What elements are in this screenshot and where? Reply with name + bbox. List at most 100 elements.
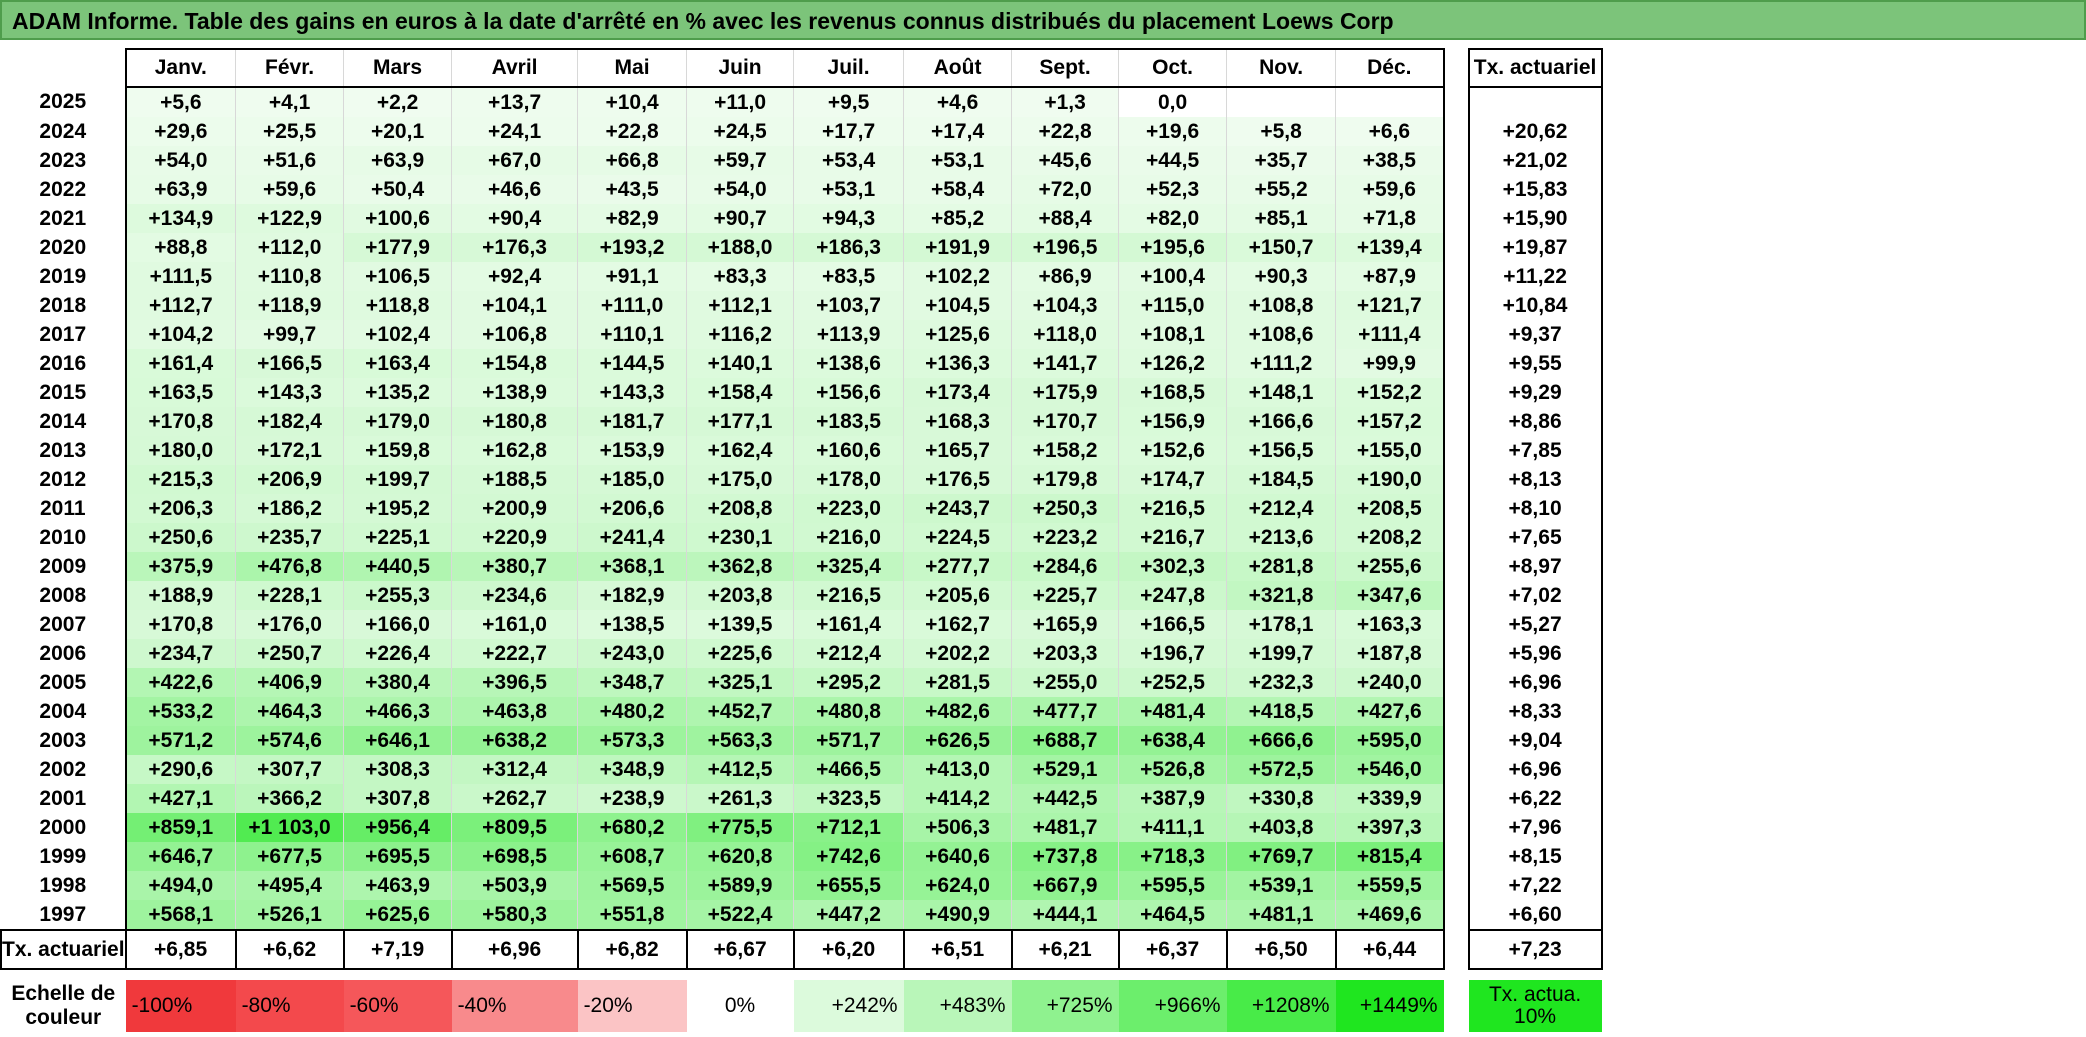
footer-actuarial-cell: +6,62 [234,929,344,970]
gain-cell: +170,8 [124,407,236,436]
actuarial-cell: +7,85 [1467,436,1603,465]
table-row: 1998 +494,0 +495,4 +463,9 +503,9 +569,5 +589,9… [1,871,1603,900]
gain-cell: +240,0 [1335,668,1445,697]
table-row: 2007 +170,8 +176,0 +166,0 +161,0 +138,5 +139,5… [1,610,1603,639]
footer-actuarial-cell: +6,51 [902,929,1012,970]
gain-cell: +184,5 [1226,465,1336,494]
column-gap [1444,204,1469,233]
gain-cell: +1 103,0 [235,813,344,842]
gain-cell: +160,6 [793,436,904,465]
gain-cell: +196,5 [1011,233,1119,262]
gain-cell: +225,1 [343,523,452,552]
table-row: 2016 +161,4 +166,5 +163,4 +154,8 +144,5 +140,1… [1,349,1603,378]
gain-cell: +165,9 [1011,610,1119,639]
gain-cell: +188,0 [686,233,794,262]
actuarial-cell: +9,04 [1467,726,1603,755]
gain-cell: +223,2 [1011,523,1119,552]
column-gap [1444,900,1469,930]
gain-cell: +43,5 [577,175,687,204]
table-row: 2003 +571,2 +574,6 +646,1 +638,2 +573,3 +563,3… [1,726,1603,755]
footer-actuarial-cell: +6,96 [450,929,578,970]
table-row: 2010 +250,6 +235,7 +225,1 +220,9 +241,4 +230,1… [1,523,1603,552]
gain-cell: +90,4 [451,204,578,233]
year-cell: 1999 [39,844,87,868]
gain-cell: +50,4 [343,175,452,204]
gain-cell: +427,1 [124,784,236,813]
footer-actuarial-cell: +6,44 [1334,929,1445,970]
gain-cell: +413,0 [903,755,1012,784]
gain-cell: +113,9 [793,320,904,349]
column-gap [1444,436,1469,465]
gain-cell: +116,2 [686,320,794,349]
gain-cell: +188,9 [124,581,236,610]
gain-cell: +223,0 [793,494,904,523]
year-cell: 2017 [39,322,87,346]
table-row: 1999 +646,7 +677,5 +695,5 +698,5 +608,7 +620,8… [1,842,1603,871]
gain-cell: +83,3 [686,262,794,291]
gain-cell: +495,4 [235,871,344,900]
gain-cell: +494,0 [124,871,236,900]
gain-cell: +646,1 [343,726,452,755]
gain-cell: +159,8 [343,436,452,465]
legend-swatch: -100% [125,980,236,1032]
gain-cell: +571,2 [124,726,236,755]
gain-cell: +321,8 [1226,581,1336,610]
gain-cell: +414,2 [903,784,1012,813]
table-row: 2014 +170,8 +182,4 +179,0 +180,8 +181,7 +177,1… [1,407,1603,436]
gain-cell: 0,0 [1118,87,1227,117]
gain-cell: +163,4 [343,349,452,378]
gain-cell: +572,5 [1226,755,1336,784]
column-gap [1444,523,1469,552]
gain-cell: +387,9 [1118,784,1227,813]
gain-cell: +206,3 [124,494,236,523]
gain-cell: +29,6 [124,117,236,146]
table-row: 2013 +180,0 +172,1 +159,8 +162,8 +153,9 +162,4… [1,436,1603,465]
column-gap [1444,784,1469,813]
column-gap [1444,407,1469,436]
gain-cell: +82,0 [1118,204,1227,233]
gain-cell: +176,0 [235,610,344,639]
gain-cell: +281,8 [1226,552,1336,581]
gain-cell: +17,7 [793,117,904,146]
gain-cell: +595,5 [1118,871,1227,900]
gain-cell: +480,2 [577,697,687,726]
gain-cell: +638,4 [1118,726,1227,755]
gain-cell: +252,5 [1118,668,1227,697]
gain-cell: +53,1 [793,175,904,204]
gain-cell: +463,8 [451,697,578,726]
gain-cell: +59,6 [235,175,344,204]
gain-cell: +108,8 [1226,291,1336,320]
legend-swatch: +483% [903,980,1012,1032]
table-row: 1997 +568,1 +526,1 +625,6 +580,3 +551,8 +522,4… [1,900,1603,931]
gain-cell: +104,1 [451,291,578,320]
footer-actuarial-cell: +6,85 [124,929,236,970]
year-cell: 1997 [39,902,87,926]
gain-cell: +422,6 [124,668,236,697]
gain-cell: +403,8 [1226,813,1336,842]
gain-cell: +232,3 [1226,668,1336,697]
gain-cell: +526,1 [235,900,344,931]
table-row: 2011 +206,3 +186,2 +195,2 +200,9 +206,6 +208,8… [1,494,1603,523]
gain-cell: +255,0 [1011,668,1119,697]
gain-cell: +551,8 [577,900,687,931]
gain-cell: +162,8 [451,436,578,465]
gain-cell: +24,5 [686,117,794,146]
gain-cell: +138,5 [577,610,687,639]
gain-cell: +103,7 [793,291,904,320]
footer-actuarial-cell: +6,37 [1117,929,1227,970]
gain-cell: +368,1 [577,552,687,581]
gain-cell: +5,6 [124,86,237,117]
footer-actuarial-cell: +6,50 [1225,929,1336,970]
gain-cell: +19,6 [1118,117,1227,146]
gain-cell: +595,0 [1335,726,1445,755]
gain-cell: +859,1 [124,813,236,842]
gain-cell: +11,0 [686,87,794,117]
year-cell: 2011 [40,496,86,520]
month-header: Mars [343,48,452,88]
gain-cell: +348,7 [577,668,687,697]
gain-cell: +655,5 [793,871,904,900]
gain-cell: +118,0 [1011,320,1119,349]
gain-cell: +212,4 [793,639,904,668]
gain-cell: +815,4 [1335,842,1445,871]
legend-swatch: 0% [686,980,794,1032]
